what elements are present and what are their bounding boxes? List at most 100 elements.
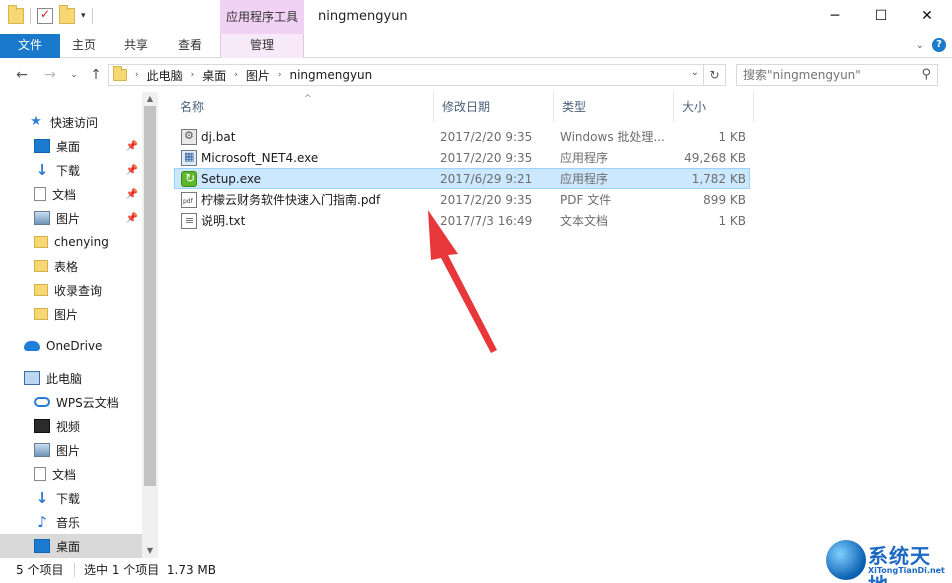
breadcrumb-ningmengyun[interactable]: ningmengyun [289, 68, 372, 82]
nav-item-label: 图片 [54, 307, 79, 322]
scroll-up-icon[interactable]: ▲ [142, 92, 158, 106]
tab-home[interactable]: 主页 [62, 34, 106, 58]
minimize-button[interactable]: ─ [812, 0, 858, 32]
desktop-icon [34, 139, 50, 153]
folder-icon [34, 260, 48, 272]
file-name-cell: Microsoft_NET4.exe [181, 149, 319, 166]
nav-item-label: 图片 [56, 211, 81, 226]
nav-item-documents[interactable]: 文档 📌 [0, 182, 142, 206]
breadcrumb-desktop[interactable]: 桌面 [202, 67, 226, 84]
nav-item-index-query[interactable]: 收录查询 [0, 278, 142, 302]
scroll-down-icon[interactable]: ▼ [142, 544, 158, 558]
close-button[interactable]: ✕ [904, 0, 950, 32]
navigation-pane: ★ 快速访问 桌面 📌 ↓ 下载 📌 文档 📌 图片 📌 chenying 表格… [0, 92, 158, 558]
file-type: 文本文档 [560, 214, 609, 228]
column-header-name[interactable]: 名称 ^ [172, 92, 434, 122]
pictures-icon [34, 211, 50, 225]
nav-item-pictures[interactable]: 图片 📌 [0, 206, 142, 230]
file-name-cell: dj.bat [181, 128, 236, 145]
nav-item-label: 桌面 [56, 139, 81, 154]
pin-icon[interactable]: 📌 [126, 141, 138, 152]
setup-exe-icon [181, 170, 197, 187]
file-name: Microsoft_NET4.exe [201, 150, 319, 165]
watermark-logo: 系统天地 XiTongTianDi.net [826, 540, 950, 583]
recent-locations-button[interactable]: ⌄ [64, 66, 84, 84]
file-name-cell: 说明.txt [181, 212, 245, 229]
nav-item-label: 下载 [56, 491, 81, 506]
file-type: 应用程序 [560, 151, 609, 165]
nav-item-label: 表格 [54, 259, 79, 274]
help-icon[interactable]: ? [932, 38, 946, 52]
maximize-button[interactable]: ☐ [858, 0, 904, 32]
nav-item-pc-desktop[interactable]: 桌面 [0, 534, 142, 558]
column-header-date[interactable]: 修改日期 [434, 92, 554, 122]
nav-item-chenying[interactable]: chenying [0, 230, 142, 254]
desktop-icon [34, 539, 50, 553]
divider [30, 8, 31, 24]
address-history-icon[interactable]: ⌄ [691, 67, 699, 78]
sort-ascending-icon: ^ [304, 94, 312, 104]
nav-item-pc-documents[interactable]: 文档 [0, 462, 142, 486]
nav-item-music[interactable]: ♪ 音乐 [0, 510, 142, 534]
nav-item-pc-pictures[interactable]: 图片 [0, 438, 142, 462]
pin-icon[interactable]: 📌 [126, 213, 138, 224]
search-input[interactable] [743, 65, 913, 85]
file-type: 应用程序 [560, 172, 609, 186]
nav-item-desktop[interactable]: 桌面 📌 [0, 134, 142, 158]
document-icon [34, 467, 46, 481]
file-row-selected[interactable]: Setup.exe 2017/6/29 9:21 应用程序 1,782 KB [174, 168, 750, 189]
nav-item-pictures-folder[interactable]: 图片 [0, 302, 142, 326]
file-row[interactable]: 说明.txt 2017/7/3 16:49 文本文档 1 KB [174, 210, 750, 231]
folder-icon[interactable] [8, 5, 24, 24]
nav-item-tables[interactable]: 表格 [0, 254, 142, 278]
breadcrumb-pictures[interactable]: 图片 [246, 67, 270, 84]
nav-item-label: 视频 [56, 419, 81, 434]
chevron-right-icon[interactable]: › [234, 70, 238, 80]
refresh-icon[interactable]: ↻ [703, 65, 725, 85]
star-icon: ★ [30, 114, 42, 129]
pin-icon[interactable]: 📌 [126, 165, 138, 176]
search-box[interactable]: ⚲ [736, 64, 938, 86]
scrollbar-thumb[interactable] [144, 106, 156, 486]
nav-item-downloads[interactable]: ↓ 下载 📌 [0, 158, 142, 182]
file-row[interactable]: dj.bat 2017/2/20 9:35 Windows 批处理... 1 K… [174, 126, 750, 147]
nav-item-pc-downloads[interactable]: ↓ 下载 [0, 486, 142, 510]
nav-scrollbar[interactable]: ▲ ▼ [142, 92, 158, 558]
breadcrumb-this-pc[interactable]: 此电脑 [147, 67, 183, 84]
back-button[interactable]: ← [12, 66, 32, 84]
up-button[interactable]: ↑ [86, 66, 106, 84]
column-header-type[interactable]: 类型 [554, 92, 674, 122]
nav-item-label: OneDrive [46, 339, 103, 353]
chevron-right-icon[interactable]: › [191, 70, 195, 80]
folder-icon [34, 308, 48, 320]
pin-icon[interactable]: 📌 [126, 189, 138, 200]
nav-item-onedrive[interactable]: OneDrive [0, 334, 142, 358]
pdf-file-icon [181, 191, 197, 208]
tab-file[interactable]: 文件 [0, 34, 60, 58]
properties-icon[interactable] [37, 7, 53, 24]
window-title: ningmengyun [318, 9, 408, 24]
nav-item-wps-cloud[interactable]: WPS云文档 [0, 390, 142, 414]
nav-item-this-pc[interactable]: 此电脑 [0, 366, 142, 390]
column-header-size[interactable]: 大小 [674, 92, 754, 122]
chevron-right-icon[interactable]: › [135, 70, 139, 80]
forward-button[interactable]: → [40, 66, 60, 84]
batch-file-icon [181, 128, 197, 145]
new-folder-icon[interactable] [59, 5, 75, 24]
watermark-text: 系统天地 [868, 544, 931, 583]
file-row[interactable]: Microsoft_NET4.exe 2017/2/20 9:35 应用程序 4… [174, 147, 750, 168]
tab-view[interactable]: 查看 [168, 34, 212, 58]
tab-manage[interactable]: 管理 [220, 34, 304, 58]
globe-icon [826, 540, 866, 580]
address-bar[interactable]: › 此电脑 › 桌面 › 图片 › ningmengyun ⌄ ↻ [108, 64, 726, 86]
expand-ribbon-icon[interactable]: ⌄ [916, 40, 924, 51]
nav-item-videos[interactable]: 视频 [0, 414, 142, 438]
nav-item-label: 图片 [56, 443, 81, 458]
file-name: dj.bat [201, 129, 236, 144]
nav-item-quick-access[interactable]: ★ 快速访问 [0, 110, 142, 134]
file-row[interactable]: 柠檬云财务软件快速入门指南.pdf 2017/2/20 9:35 PDF 文件 … [174, 189, 750, 210]
file-name: 柠檬云财务软件快速入门指南.pdf [201, 193, 381, 207]
customize-toolbar-icon[interactable]: ▾ [81, 11, 86, 21]
tab-share[interactable]: 共享 [114, 34, 158, 58]
chevron-right-icon[interactable]: › [278, 70, 282, 80]
